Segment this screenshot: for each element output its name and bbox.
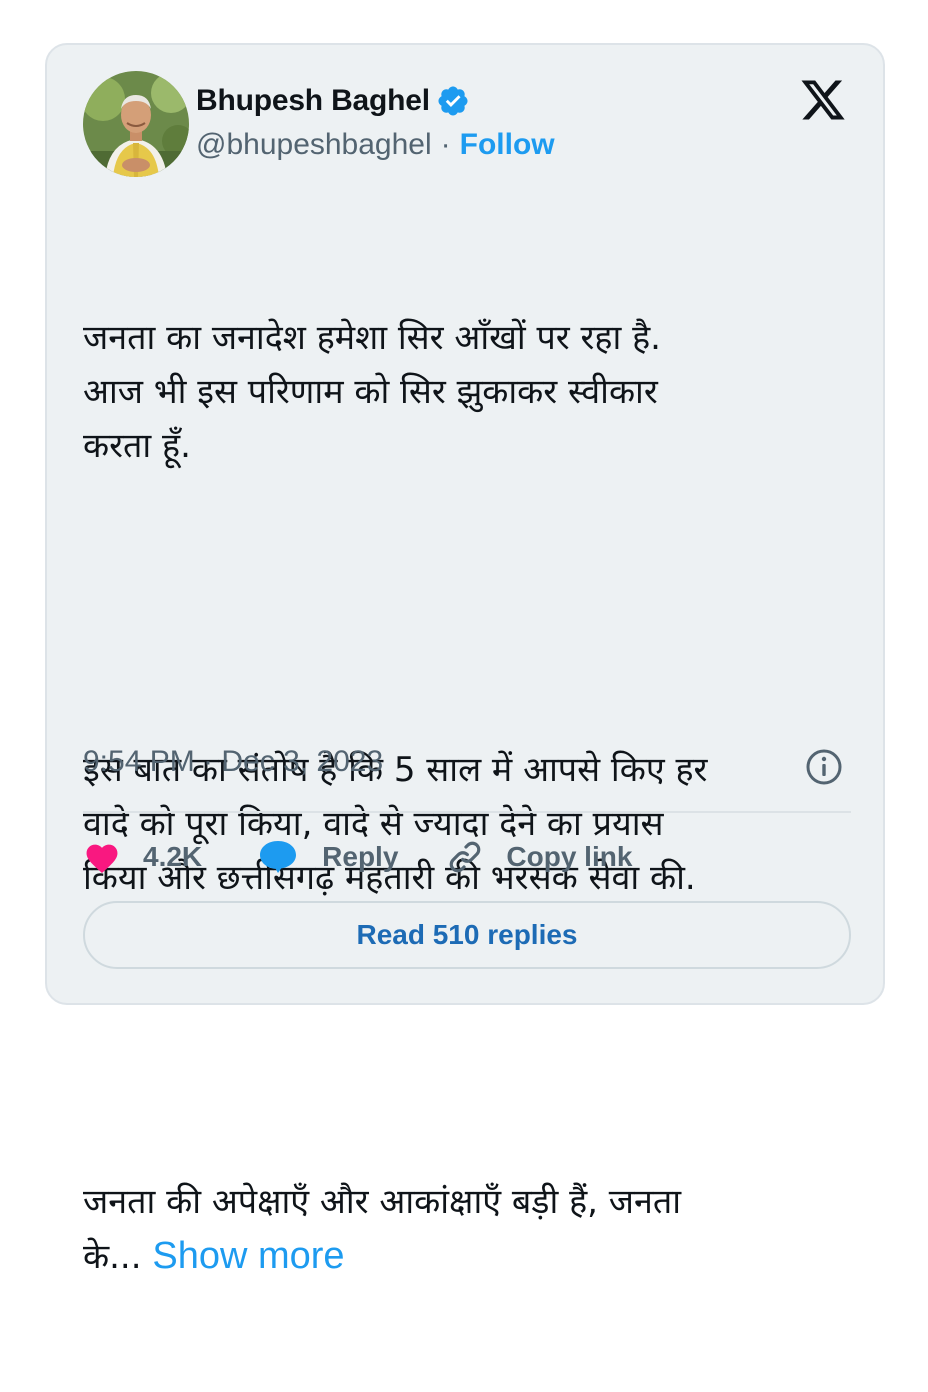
tweet-card: Bhupesh Baghel @bhupeshbaghel · Follow ज… [45,43,885,1277]
author-handle-row: @bhupeshbaghel · Follow [196,125,555,165]
author-display-name[interactable]: Bhupesh Baghel [196,84,430,118]
speech-bubble-icon [258,839,298,875]
verified-badge-icon [436,84,470,118]
action-bar: 4.2K Reply Copy link [83,833,632,881]
info-icon[interactable] [804,747,844,787]
author-name-row: Bhupesh Baghel [196,81,470,121]
author-handle[interactable]: @bhupeshbaghel [196,128,432,162]
x-logo-icon[interactable] [799,76,847,124]
read-replies-button[interactable]: Read 510 replies [83,901,851,969]
tweet-text: जनता का जनादेश हमेशा सिर आँखों पर रहा है… [83,203,863,1392]
handle-separator: · [440,128,451,161]
show-more-link[interactable]: Show more [152,1235,344,1277]
follow-button[interactable]: Follow [460,128,555,162]
copy-link-label: Copy link [506,841,633,872]
tweet-paragraph-1: जनता का जनादेश हमेशा सिर आँखों पर रहा है… [83,318,661,466]
tweet-timestamp[interactable]: 9:54 PM · Dec 3, 2023 [83,745,383,779]
link-icon [446,838,484,876]
heart-icon [83,840,121,874]
avatar[interactable] [83,71,189,177]
like-button[interactable]: 4.2K [83,840,202,874]
copy-link-button[interactable]: Copy link [446,838,632,876]
like-count: 4.2K [143,841,203,872]
reply-label: Reply [322,841,399,872]
tweet-paragraph-3-wrap: जनता की अपेक्षाएँ और आकांक्षाएँ बड़ी हैं… [83,1175,863,1284]
reply-button[interactable]: Reply [258,839,398,875]
divider [83,811,851,813]
avatar-image [83,71,189,177]
